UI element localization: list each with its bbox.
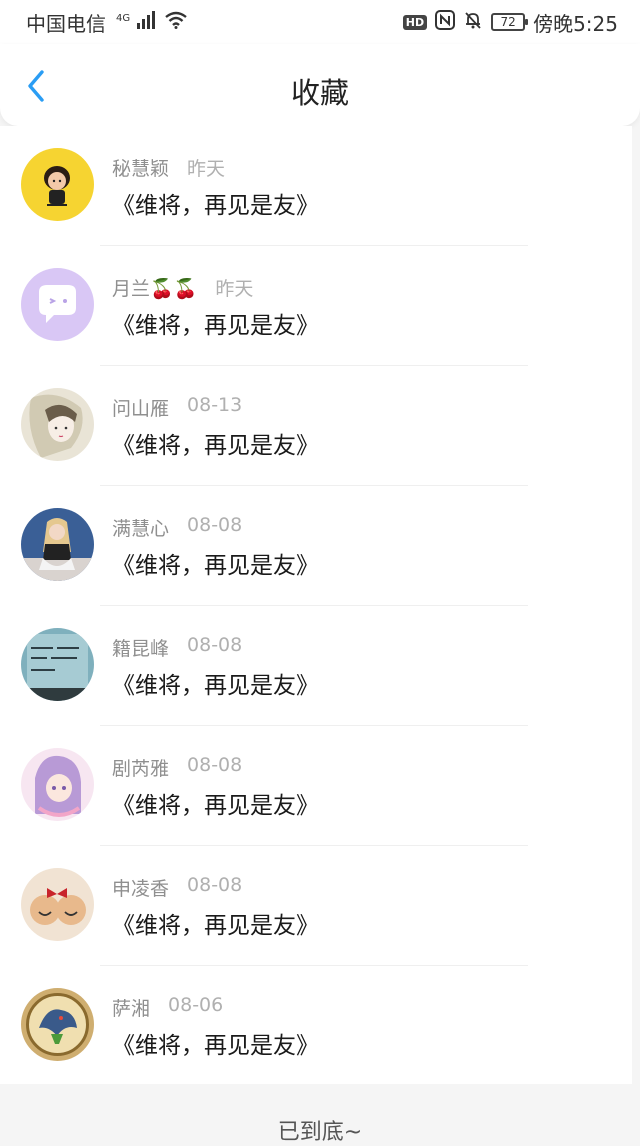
avatar[interactable]: [21, 748, 94, 821]
article-title[interactable]: 《维将，再见是友》: [112, 546, 319, 580]
item-meta: 籍昆峰 08-08: [112, 634, 242, 661]
avatar[interactable]: [21, 148, 94, 221]
article-title[interactable]: 《维将，再见是友》: [112, 786, 319, 820]
item-meta: 剧芮雅 08-08: [112, 754, 242, 781]
end-of-list-label: 已到底~: [277, 1120, 363, 1145]
user-name: 秘慧颖: [112, 158, 170, 180]
item-meta: 问山雁 08-13: [112, 394, 242, 421]
post-date: 08-08: [187, 874, 243, 896]
post-date: 昨天: [187, 158, 226, 180]
post-date: 08-13: [187, 394, 243, 416]
list-item[interactable]: 问山雁 08-13 《维将，再见是友》: [0, 366, 632, 486]
mute-bell-icon: [463, 10, 483, 35]
post-date: 08-08: [187, 514, 243, 536]
item-meta: 萨湘 08-06: [112, 994, 223, 1021]
list-item[interactable]: 籍昆峰 08-08 《维将，再见是友》: [0, 606, 632, 726]
avatar[interactable]: [21, 988, 94, 1061]
user-name: 满慧心: [112, 518, 170, 540]
avatar[interactable]: [21, 268, 94, 341]
user-name: 月兰🍒🍒: [112, 278, 198, 300]
status-bar: 中国电信 4G HD 72 傍晚5:25: [0, 0, 640, 44]
user-name: 萨湘: [112, 998, 151, 1020]
user-name: 申凌香: [112, 878, 170, 900]
nfc-icon: [435, 9, 456, 35]
post-date: 08-06: [168, 994, 224, 1016]
hd-badge: HD: [402, 14, 428, 30]
item-meta: 申凌香 08-08: [112, 874, 242, 901]
signal-icon: 4G: [114, 10, 156, 34]
favorites-list: 秘慧颖 昨天 《维将，再见是友》 月兰🍒🍒 昨天 《维将，再见是友》 问山雁 0…: [0, 126, 632, 1084]
article-title[interactable]: 《维将，再见是友》: [112, 666, 319, 700]
clock-time: 傍晚5:25: [533, 11, 618, 36]
post-date: 昨天: [215, 278, 254, 300]
item-meta: 满慧心 08-08: [112, 514, 242, 541]
post-date: 08-08: [187, 634, 243, 656]
battery-icon: 72: [491, 13, 529, 31]
nav-header: 收藏: [0, 44, 640, 126]
avatar[interactable]: [21, 868, 94, 941]
article-title[interactable]: 《维将，再见是友》: [112, 1026, 319, 1060]
user-name: 籍昆峰: [112, 638, 170, 660]
avatar[interactable]: [21, 388, 94, 461]
post-date: 08-08: [187, 754, 243, 776]
status-left: 中国电信 4G: [26, 8, 188, 37]
article-title[interactable]: 《维将，再见是友》: [112, 426, 319, 460]
item-meta: 秘慧颖 昨天: [112, 154, 225, 181]
list-item[interactable]: 满慧心 08-08 《维将，再见是友》: [0, 486, 632, 606]
item-meta: 月兰🍒🍒 昨天: [112, 274, 253, 301]
page-title: 收藏: [290, 76, 349, 110]
avatar[interactable]: [21, 628, 94, 701]
article-title[interactable]: 《维将，再见是友》: [112, 306, 319, 340]
list-item[interactable]: 萨湘 08-06 《维将，再见是友》: [0, 966, 632, 1086]
list-item[interactable]: 月兰🍒🍒 昨天 《维将，再见是友》: [0, 246, 632, 366]
status-right: HD 72 傍晚5:25: [402, 8, 618, 37]
user-name: 剧芮雅: [112, 758, 170, 780]
list-end-footer: 已到底~: [0, 1084, 640, 1145]
battery-level: 72: [500, 15, 516, 29]
network-type-label: 4G: [116, 13, 131, 25]
wifi-icon: [164, 10, 188, 34]
article-title[interactable]: 《维将，再见是友》: [112, 906, 319, 940]
article-title[interactable]: 《维将，再见是友》: [112, 186, 319, 220]
carrier-label: 中国电信: [26, 11, 106, 36]
avatar[interactable]: [21, 508, 94, 581]
list-item[interactable]: 申凌香 08-08 《维将，再见是友》: [0, 846, 632, 966]
list-item[interactable]: 剧芮雅 08-08 《维将，再见是友》: [0, 726, 632, 846]
user-name: 问山雁: [112, 398, 170, 420]
list-item[interactable]: 秘慧颖 昨天 《维将，再见是友》: [0, 126, 632, 246]
